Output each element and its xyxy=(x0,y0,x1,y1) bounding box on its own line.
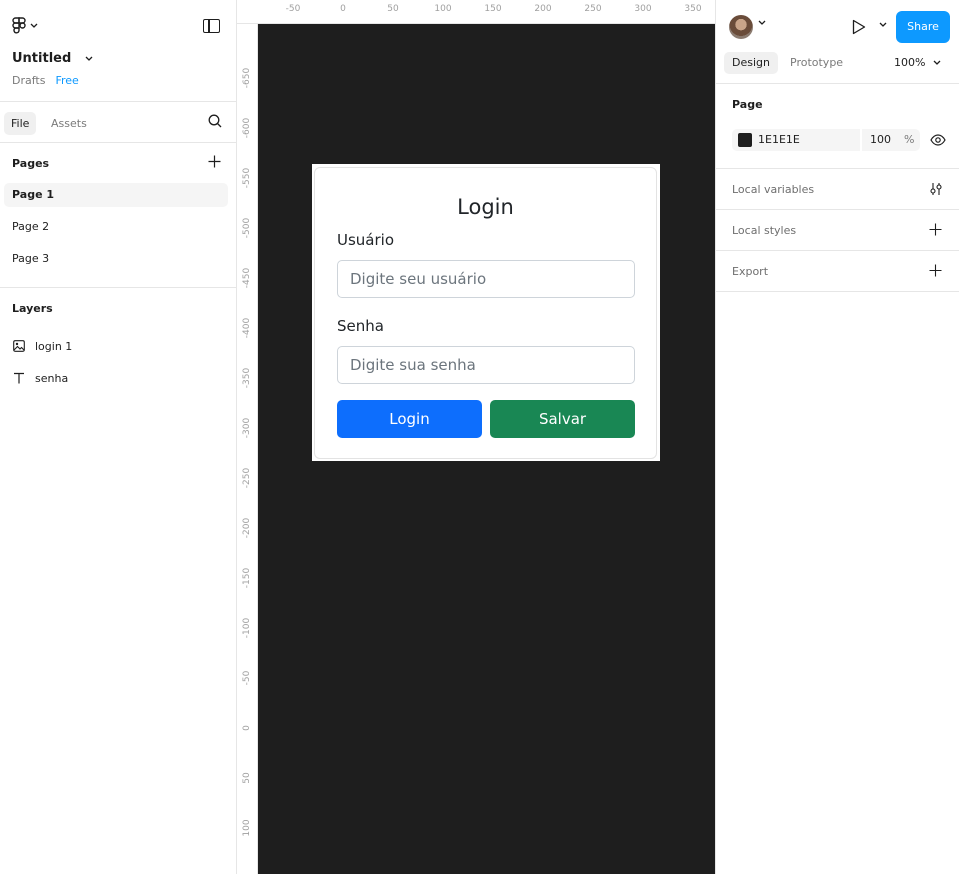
login-card: Login Usuário Digite seu usuário Senha D… xyxy=(314,167,657,459)
layers-title: Layers xyxy=(12,302,53,315)
page-item-3[interactable]: Page 3 xyxy=(4,247,228,271)
zoom-value: 100% xyxy=(894,56,926,69)
username-input[interactable]: Digite seu usuário xyxy=(337,260,635,298)
sidebar-toggle-icon[interactable] xyxy=(203,19,220,33)
ruler-tick-label: -200 xyxy=(242,517,252,539)
design-canvas[interactable]: Login Usuário Digite seu usuário Senha D… xyxy=(258,24,715,874)
file-header: Untitled Drafts Free xyxy=(0,0,236,102)
opacity-input[interactable]: 100 xyxy=(870,133,891,146)
tab-assets[interactable]: Assets xyxy=(44,112,94,135)
ruler-tick-label: -600 xyxy=(242,117,252,139)
ruler-tick: 250 xyxy=(584,4,602,14)
ruler-tick-label: -500 xyxy=(242,217,252,239)
ruler-tick: 0 xyxy=(340,4,346,14)
pages-header: Pages xyxy=(0,143,236,183)
ruler-tick: 150 xyxy=(484,4,502,14)
search-icon[interactable] xyxy=(208,114,222,128)
local-variables-section: Local variables xyxy=(716,169,959,210)
eye-icon[interactable] xyxy=(930,134,946,146)
opacity-unit: % xyxy=(904,133,915,146)
chevron-down-icon xyxy=(30,23,38,28)
page-color-field[interactable]: 1E1E1E 100 % xyxy=(732,129,920,151)
layer-label: senha xyxy=(35,371,69,385)
plan-badge: Free xyxy=(55,74,79,87)
image-icon xyxy=(13,340,25,352)
ruler-tick-label: -400 xyxy=(242,317,252,339)
ruler-tick-label: -250 xyxy=(242,467,252,489)
ruler-vertical: -650 -600 -550 -500 -450 -400 -350 -300 … xyxy=(237,24,258,874)
chevron-down-icon[interactable] xyxy=(758,20,766,26)
username-label: Usuário xyxy=(337,231,395,249)
local-styles-section: Local styles xyxy=(716,210,959,251)
ruler-tick: 50 xyxy=(387,4,399,14)
password-label: Senha xyxy=(337,317,384,335)
divider xyxy=(860,129,862,151)
ruler-tick-label: 0 xyxy=(242,725,252,731)
section-label: Local styles xyxy=(732,224,797,237)
file-name: Untitled xyxy=(12,51,72,66)
layer-label: login 1 xyxy=(35,339,73,353)
right-sidebar: Share Design Prototype 100% Page 1E1E1E … xyxy=(715,0,959,874)
share-button[interactable]: Share xyxy=(896,11,950,43)
ruler-tick: 300 xyxy=(634,4,652,14)
ruler-tick-label: -150 xyxy=(242,567,252,589)
left-sidebar: Untitled Drafts Free File Assets Pages P… xyxy=(0,0,237,874)
login-button[interactable]: Login xyxy=(337,400,482,438)
main-menu-button[interactable] xyxy=(12,17,38,35)
file-meta: Drafts Free xyxy=(12,74,79,87)
color-hex-input[interactable]: 1E1E1E xyxy=(758,133,800,146)
layer-item-senha[interactable]: senha xyxy=(0,362,236,394)
page-item-1[interactable]: Page 1 xyxy=(4,183,228,207)
sliders-icon[interactable] xyxy=(929,182,943,196)
avatar[interactable] xyxy=(729,15,753,39)
ruler-tick-label: 50 xyxy=(242,772,252,784)
ruler-tick: -50 xyxy=(285,4,301,14)
section-label: Local variables xyxy=(732,183,815,196)
ruler-tick-label: -300 xyxy=(242,417,252,439)
ruler-tick-label: -350 xyxy=(242,367,252,389)
zoom-dropdown[interactable]: 100% xyxy=(894,56,941,69)
color-swatch[interactable] xyxy=(738,133,752,147)
plus-icon[interactable] xyxy=(929,223,942,236)
chevron-down-icon xyxy=(933,60,941,65)
ruler-tick: 100 xyxy=(434,4,452,14)
add-page-icon[interactable] xyxy=(208,155,221,168)
chevron-down-icon xyxy=(85,56,93,61)
page-item-2[interactable]: Page 2 xyxy=(4,215,228,239)
save-button[interactable]: Salvar xyxy=(490,400,635,438)
pages-section: Pages Page 1 Page 2 Page 3 xyxy=(0,143,236,288)
play-icon[interactable] xyxy=(852,19,866,35)
layer-item-login[interactable]: login 1 xyxy=(0,330,236,362)
tab-design[interactable]: Design xyxy=(724,52,778,74)
ruler-tick: 350 xyxy=(684,4,702,14)
ruler-tick-label: -50 xyxy=(242,670,252,686)
figma-logo-icon xyxy=(12,17,26,34)
layers-header: Layers xyxy=(0,288,236,330)
ruler-tick-label: -450 xyxy=(242,267,252,289)
drafts-link[interactable]: Drafts xyxy=(12,74,45,87)
tab-file[interactable]: File xyxy=(4,112,37,135)
text-icon xyxy=(14,372,24,384)
left-tabs: File Assets xyxy=(0,102,236,143)
section-label: Export xyxy=(732,265,769,278)
login-frame[interactable]: Login Usuário Digite seu usuário Senha D… xyxy=(312,164,660,461)
page-properties: Page 1E1E1E 100 % xyxy=(716,84,959,169)
export-section: Export xyxy=(716,251,959,292)
ruler-tick-label: -550 xyxy=(242,167,252,189)
tab-prototype[interactable]: Prototype xyxy=(782,52,851,74)
ruler-tick-label: -100 xyxy=(242,617,252,639)
ruler-horizontal: -50 0 50 100 150 200 250 300 350 xyxy=(237,0,715,24)
ruler-tick-label: -650 xyxy=(242,67,252,89)
ruler-tick-label: 100 xyxy=(242,819,252,837)
pages-title: Pages xyxy=(12,157,50,170)
login-title: Login xyxy=(457,195,514,219)
plus-icon[interactable] xyxy=(929,264,942,277)
chevron-down-icon[interactable] xyxy=(879,22,887,28)
page-section-title: Page xyxy=(732,98,763,111)
right-header: Share Design Prototype 100% xyxy=(716,0,959,84)
file-title[interactable]: Untitled xyxy=(12,51,93,66)
ruler-tick: 200 xyxy=(534,4,552,14)
password-input[interactable]: Digite sua senha xyxy=(337,346,635,384)
